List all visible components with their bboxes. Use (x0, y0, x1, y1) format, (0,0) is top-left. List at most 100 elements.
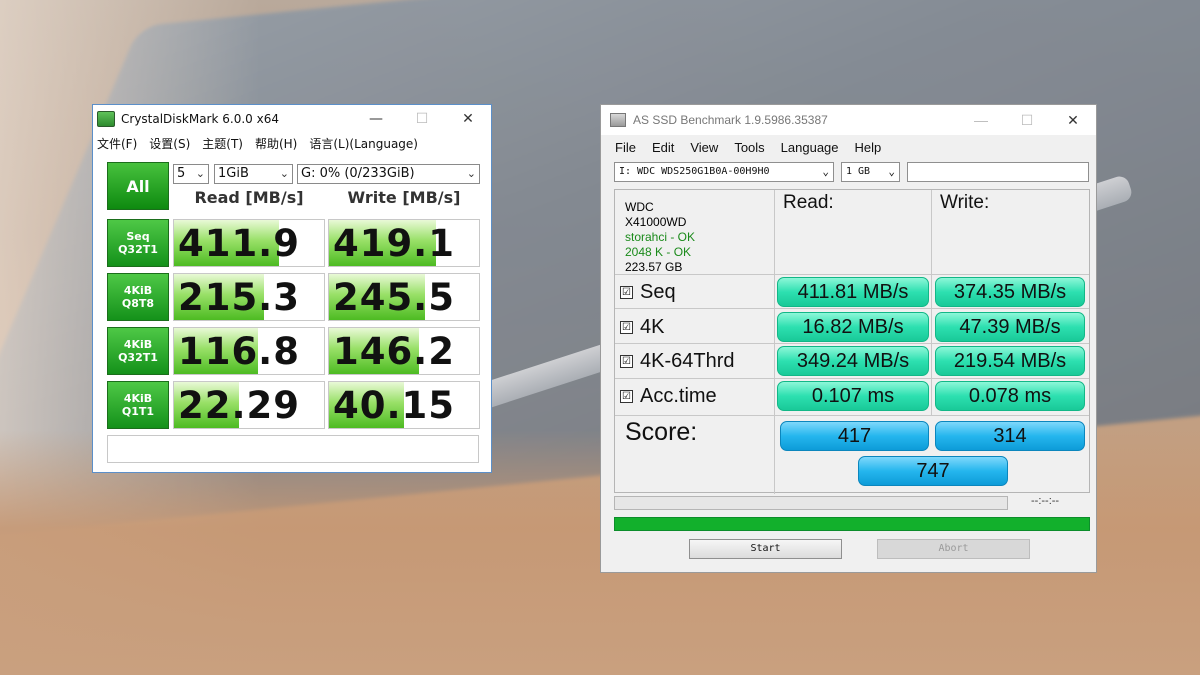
drive-select[interactable]: G: 0% (0/233GiB) ⌄ (297, 164, 480, 184)
test-button-seq-q32t1[interactable]: Seq Q32T1 (107, 219, 169, 267)
test-label-line2: Q32T1 (118, 243, 158, 256)
write-result-pill: 219.54 MB/s (935, 346, 1085, 376)
menu-file[interactable]: 文件(F) (97, 135, 137, 152)
test-label-line2: Q8T8 (121, 297, 155, 310)
test-row-seq: ☑ Seq (620, 275, 676, 309)
write-result-pill: 0.078 ms (935, 381, 1085, 411)
write-result-value: 40.15 (332, 384, 455, 427)
cdm-menubar: 文件(F) 设置(S) 主题(T) 帮助(H) 语言(L)(Language) (93, 133, 491, 153)
column-divider (931, 190, 932, 416)
size-value: 1GiB (218, 166, 249, 181)
menu-edit[interactable]: Edit (652, 140, 674, 155)
asssd-titlebar[interactable]: AS SSD Benchmark 1.9.5986.35387 — ☐ ✕ (601, 105, 1096, 135)
test-size-select[interactable]: 1 GB ⌄ (841, 162, 900, 182)
checkbox-4k-64thrd[interactable]: ☑ (620, 354, 633, 368)
crystaldiskmark-window: CrystalDiskMark 6.0.0 x64 — ☐ ✕ 文件(F) 设置… (92, 104, 492, 473)
write-result-value: 146.2 (332, 330, 455, 373)
test-row-acc-time: ☑ Acc.time (620, 379, 717, 413)
test-label-line2: Q1T1 (121, 405, 155, 418)
write-result-cell: 245.5 (328, 273, 480, 321)
drive-vendor: WDC (625, 200, 654, 214)
driver-status: storahci - OK (625, 230, 696, 244)
chevron-down-icon: ⌄ (888, 165, 895, 178)
row-divider (615, 274, 1089, 275)
menu-settings[interactable]: 设置(S) (149, 135, 190, 152)
results-table: WDC X41000WD storahci - OK 2048 K - OK 2… (614, 189, 1090, 494)
drive-select[interactable]: I: WDC WDS250G1B0A-00H9H0 ⌄ (614, 162, 834, 182)
chevron-down-icon: ⌄ (466, 167, 476, 180)
menu-view[interactable]: View (690, 140, 718, 155)
test-button-4kib-q32t1[interactable]: 4KiB Q32T1 (107, 327, 169, 375)
current-progress-bar (614, 496, 1008, 510)
read-result-cell: 116.8 (173, 327, 325, 375)
menu-language[interactable]: 语言(L)(Language) (309, 135, 418, 152)
checkbox-acc-time[interactable]: ☑ (620, 389, 633, 403)
as-ssd-window: AS SSD Benchmark 1.9.5986.35387 — ☐ ✕ Fi… (600, 104, 1097, 573)
size-select[interactable]: 1GiB ⌄ (214, 164, 293, 184)
cdm-titlebar[interactable]: CrystalDiskMark 6.0.0 x64 — ☐ ✕ (93, 105, 491, 133)
menu-file[interactable]: File (615, 140, 636, 155)
read-result-value: 116.8 (177, 330, 300, 373)
test-button-4kib-q1t1[interactable]: 4KiB Q1T1 (107, 381, 169, 429)
score-read-pill: 417 (780, 421, 929, 451)
write-result-cell: 40.15 (328, 381, 480, 429)
write-result-pill: 47.39 MB/s (935, 312, 1085, 342)
chevron-down-icon: ⌄ (195, 167, 205, 180)
all-button[interactable]: All (107, 162, 169, 210)
menu-tools[interactable]: Tools (734, 140, 764, 155)
test-row-4k: ☑ 4K (620, 310, 664, 344)
chevron-down-icon: ⌄ (822, 165, 829, 178)
drive-info: WDC X41000WD storahci - OK 2048 K - OK 2… (615, 190, 774, 274)
close-button[interactable]: ✕ (1050, 106, 1096, 134)
read-result-pill: 0.107 ms (777, 381, 929, 411)
chevron-down-icon: ⌄ (279, 167, 289, 180)
checkbox-4k[interactable]: ☑ (620, 320, 633, 334)
maximize-button[interactable]: ☐ (1004, 106, 1050, 134)
test-name: Acc.time (640, 384, 717, 407)
status-textbox[interactable] (907, 162, 1089, 182)
test-name: 4K (640, 315, 665, 338)
read-result-pill: 16.82 MB/s (777, 312, 929, 342)
test-label-line1: Seq (126, 230, 150, 243)
row-divider (615, 308, 1089, 309)
read-result-value: 22.29 (177, 384, 300, 427)
close-button[interactable]: ✕ (445, 105, 491, 133)
count-value: 5 (177, 166, 186, 181)
test-label-line1: 4KiB (123, 284, 153, 297)
column-divider (774, 190, 775, 494)
test-button-4kib-q8t8[interactable]: 4KiB Q8T8 (107, 273, 169, 321)
cdm-window-title: CrystalDiskMark 6.0.0 x64 (121, 112, 279, 126)
menu-language[interactable]: Language (781, 140, 839, 155)
total-progress-bar (614, 517, 1090, 531)
read-result-cell: 22.29 (173, 381, 325, 429)
maximize-button[interactable]: ☐ (399, 105, 445, 133)
checkbox-seq[interactable]: ☑ (620, 285, 633, 299)
test-label-line1: 4KiB (123, 392, 153, 405)
read-result-pill: 411.81 MB/s (777, 277, 929, 307)
read-result-pill: 349.24 MB/s (777, 346, 929, 376)
score-total-pill: 747 (858, 456, 1008, 486)
drive-value: I: WDC WDS250G1B0A-00H9H0 (619, 166, 770, 177)
drive-firmware: X41000WD (625, 215, 687, 229)
drive-capacity: 223.57 GB (625, 260, 683, 274)
asssd-menubar: File Edit View Tools Language Help (601, 135, 1096, 159)
read-column-header: Read: (783, 192, 834, 213)
minimize-button[interactable]: — (958, 106, 1004, 134)
comment-field[interactable] (107, 435, 479, 463)
write-column-header: Write [MB/s] (347, 188, 461, 207)
score-write-pill: 314 (935, 421, 1085, 451)
write-column-header: Write: (940, 192, 990, 213)
write-result-value: 245.5 (332, 276, 455, 319)
start-button[interactable]: Start (689, 539, 842, 559)
test-name: Seq (640, 280, 676, 303)
count-select[interactable]: 5 ⌄ (173, 164, 209, 184)
test-label-line1: 4KiB (123, 338, 153, 351)
menu-help[interactable]: 帮助(H) (255, 135, 297, 152)
menu-theme[interactable]: 主题(T) (202, 135, 243, 152)
menu-help[interactable]: Help (855, 140, 882, 155)
crystaldiskmark-app-icon (97, 111, 115, 127)
minimize-button[interactable]: — (353, 105, 399, 133)
abort-button[interactable]: Abort (877, 539, 1030, 559)
row-divider (615, 415, 1089, 416)
read-column-header: Read [MB/s] (194, 188, 304, 207)
